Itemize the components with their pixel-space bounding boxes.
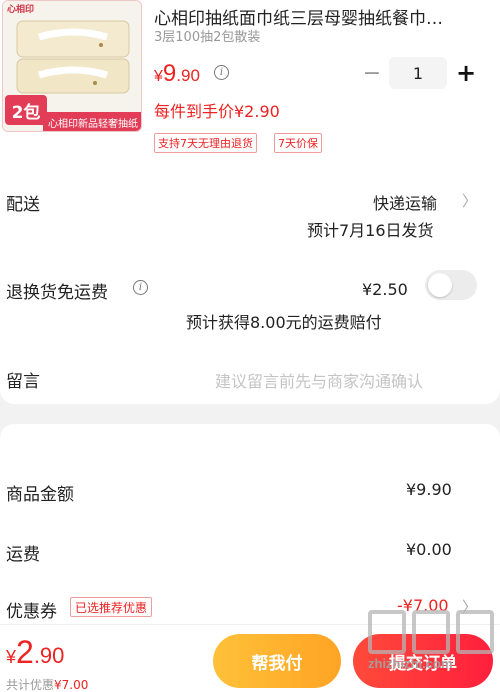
unit-price: ¥9.90: [154, 60, 200, 88]
saved-value: ¥7.00: [54, 678, 89, 692]
product-image[interactable]: 心相印 2包 心相印新品轻奢抽纸: [2, 0, 142, 132]
total-saved: 共计优惠¥7.00: [6, 676, 88, 692]
increase-quantity-button[interactable]: +: [455, 58, 477, 88]
shipping-fee-value: ¥0.00: [406, 540, 452, 559]
price-info-icon[interactable]: i: [214, 65, 229, 80]
help-me-pay-button[interactable]: 帮我付: [213, 634, 341, 688]
coupon-value[interactable]: -¥7.00: [397, 596, 449, 615]
price-decimal: .90: [176, 66, 200, 85]
message-input[interactable]: 建议留言前先与商家沟通确认: [215, 368, 423, 392]
coupon-label: 优惠券: [6, 602, 57, 622]
product-banner: 心相印新品轻奢抽纸: [43, 112, 141, 131]
message-label: 留言: [6, 372, 40, 392]
goods-amount-label: 商品金额: [6, 485, 74, 505]
return-shipping-label: 退换货免运费: [6, 283, 108, 303]
delivery-label: 配送: [6, 195, 40, 215]
coupon-recommended-tag: 已选推荐优惠: [70, 597, 153, 617]
return-shipping-price: ¥2.50: [362, 280, 408, 299]
chevron-right-icon[interactable]: 〉: [462, 190, 477, 211]
return-policy-tag: 支持7天无理由退货: [154, 133, 257, 153]
quantity-input[interactable]: 1: [389, 57, 447, 89]
goods-amount-value: ¥9.90: [406, 480, 452, 499]
brand-logo: 心相印: [7, 5, 35, 15]
price-integer: 9: [162, 60, 177, 87]
price-protection-tag: 7天价保: [274, 133, 322, 153]
total-price: ¥2.90: [6, 634, 64, 671]
shipping-fee-label: 运费: [6, 545, 40, 565]
total-currency: ¥: [6, 647, 17, 667]
product-spec[interactable]: 3层100抽2包散装: [154, 26, 260, 45]
total-integer: 2: [16, 634, 34, 670]
total-decimal: .90: [33, 643, 65, 668]
per-piece-price: 每件到手价¥2.90: [154, 102, 280, 121]
submit-order-button[interactable]: 提交订单: [353, 634, 493, 688]
saved-label: 共计优惠: [6, 678, 55, 692]
delivery-estimate: 预计7月16日发货: [307, 221, 434, 240]
decrease-quantity-button[interactable]: −: [362, 59, 382, 87]
toggle-knob: [428, 273, 452, 297]
delivery-method[interactable]: 快递运输: [373, 190, 437, 214]
return-shipping-note: 预计获得8.00元的运费赔付: [186, 313, 382, 332]
return-shipping-info-icon[interactable]: i: [133, 280, 148, 295]
price-currency: ¥: [154, 68, 163, 85]
return-shipping-toggle[interactable]: [425, 270, 477, 300]
coupon-chevron-icon[interactable]: 〉: [462, 596, 477, 617]
pack-count-badge: 2包: [5, 95, 47, 125]
